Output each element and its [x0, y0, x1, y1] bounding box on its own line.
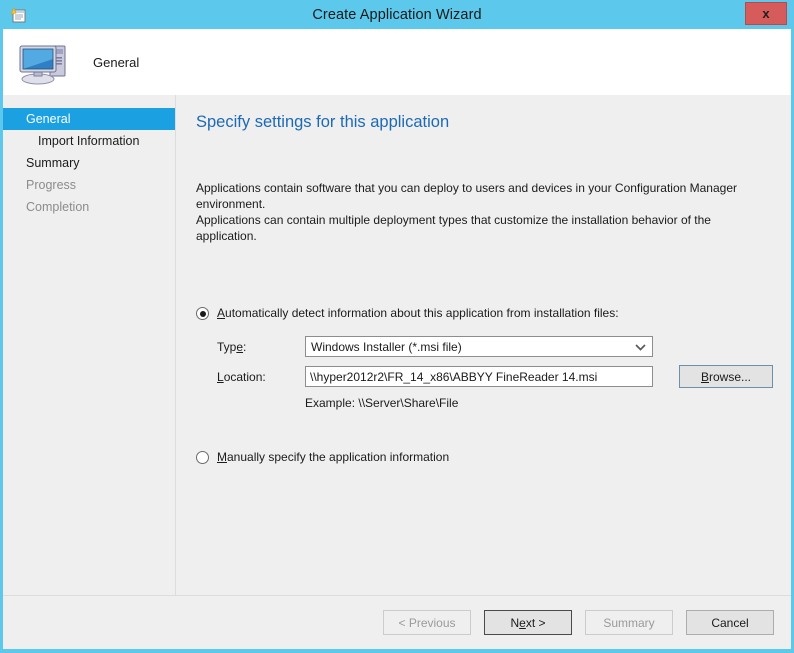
type-dropdown[interactable]: Windows Installer (*.msi file) [305, 336, 653, 357]
location-label: Location: [217, 370, 305, 384]
manual-accesskey: M [217, 450, 227, 464]
description-line-1: Applications contain software that you c… [196, 181, 737, 211]
content-panel: Specify settings for this application Ap… [175, 95, 791, 595]
location-label-rest: ocation: [223, 369, 266, 384]
next-post: xt > [525, 615, 546, 630]
auto-detect-label: Automatically detect information about t… [217, 306, 619, 320]
browse-accesskey: B [700, 369, 709, 384]
summary-button: Summary [585, 610, 673, 635]
content-inner: Specify settings for this application Ap… [176, 95, 791, 595]
window-title: Create Application Wizard [312, 7, 482, 23]
type-label-pre: Typ [217, 339, 237, 354]
manual-radio[interactable] [196, 451, 209, 464]
sidebar-item-completion: Completion [26, 200, 90, 214]
sidebar-item-import-information[interactable]: Import Information [3, 130, 175, 152]
close-button[interactable]: x [745, 2, 787, 25]
next-pre: N [510, 615, 520, 630]
chevron-down-icon [634, 337, 647, 356]
type-dropdown-value: Windows Installer (*.msi file) [311, 339, 462, 354]
type-label: Type: [217, 340, 305, 354]
wizard-header: General [3, 29, 791, 95]
main-area: General Import Information Summary Progr… [3, 95, 791, 595]
location-label-accesskey: L [217, 369, 224, 384]
description-line-2: Applications can contain multiple deploy… [196, 213, 711, 243]
window-body: General General Import Information Summa… [3, 29, 791, 649]
page-title: Specify settings for this application [196, 113, 450, 131]
auto-detect-option-row[interactable]: Automatically detect information about t… [196, 306, 773, 320]
title-bar: Create Application Wizard x [1, 1, 793, 29]
browse-text: rowse... [709, 369, 752, 384]
computer-icon [17, 38, 71, 86]
page-description: Applications contain software that you c… [196, 180, 756, 244]
create-application-wizard-window: Create Application Wizard x General Gene… [0, 0, 794, 653]
location-example-text: Example: \\Server\Share\File [305, 396, 459, 410]
type-label-post: : [243, 339, 247, 354]
browse-button[interactable]: Browse... [679, 365, 773, 388]
options-group: Automatically detect information about t… [196, 306, 773, 464]
auto-detect-accesskey: A [217, 306, 226, 320]
wizard-footer: < Previous Next > Summary Cancel [3, 595, 791, 649]
manual-text: anually specify the application informat… [227, 450, 450, 464]
manual-label: Manually specify the application informa… [217, 450, 449, 464]
sidebar-item-summary[interactable]: Summary [3, 152, 175, 174]
location-field-row: Location: Browse... [217, 365, 773, 388]
next-accesskey: e [519, 615, 526, 630]
auto-detect-radio[interactable] [196, 307, 209, 320]
detect-fields: Type: Windows Installer (*.msi file) Loc… [217, 336, 773, 410]
location-input[interactable] [305, 366, 653, 387]
wizard-header-label: General [93, 54, 140, 70]
auto-detect-text: utomatically detect information about th… [225, 306, 619, 320]
wizard-steps-sidebar: General Import Information Summary Progr… [3, 95, 175, 595]
wizard-document-icon [10, 7, 27, 24]
type-field-row: Type: Windows Installer (*.msi file) [217, 336, 773, 357]
sidebar-item-general[interactable]: General [3, 108, 175, 130]
cancel-button[interactable]: Cancel [686, 610, 774, 635]
manual-option-row[interactable]: Manually specify the application informa… [196, 450, 773, 464]
sidebar-item-progress: Progress [26, 178, 77, 192]
previous-button: < Previous [383, 610, 471, 635]
next-button[interactable]: Next > [484, 610, 572, 635]
